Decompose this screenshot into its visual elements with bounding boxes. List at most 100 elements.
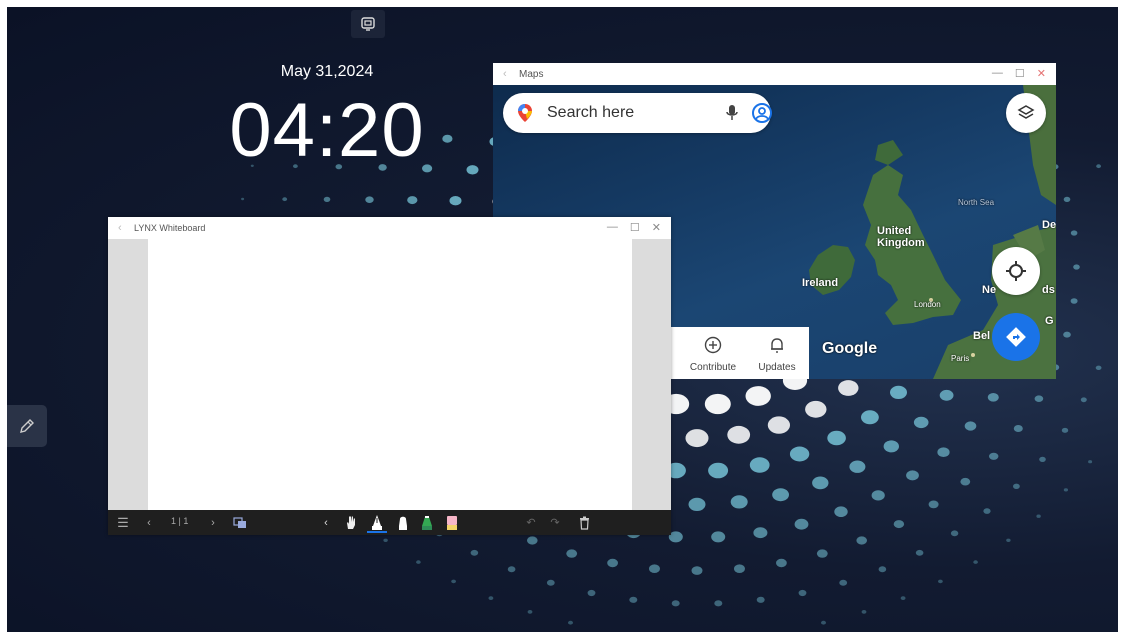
marker-icon[interactable] <box>395 514 411 531</box>
decorative-dot <box>753 527 768 539</box>
eraser-icon[interactable] <box>445 514 459 531</box>
decorative-dot <box>730 495 748 509</box>
decorative-dot <box>383 538 388 542</box>
decorative-dot <box>749 457 770 473</box>
close-icon[interactable]: ✕ <box>1037 67 1046 80</box>
decorative-dot <box>1080 397 1087 403</box>
decorative-dot <box>915 549 924 556</box>
decorative-dot <box>365 196 374 203</box>
decorative-dot <box>1013 483 1020 489</box>
decorative-dot <box>649 564 660 573</box>
decorative-dot <box>323 196 331 202</box>
page-indicator: 1 | 1 <box>171 516 189 526</box>
decorative-dot <box>607 558 618 568</box>
decorative-dot <box>507 566 516 573</box>
decorative-dot <box>1063 196 1071 202</box>
prev-page-icon[interactable]: ‹ <box>144 514 154 531</box>
nav-contribute[interactable]: Contribute <box>683 327 743 373</box>
maximize-icon[interactable]: ☐ <box>630 221 640 234</box>
nav-updates-label: Updates <box>758 362 796 373</box>
decorative-dot <box>983 508 991 514</box>
pen-icon[interactable] <box>367 514 387 533</box>
delete-icon[interactable] <box>577 514 591 531</box>
close-icon[interactable]: ✕ <box>652 221 661 234</box>
maps-titlebar[interactable]: ‹ Maps — ☐ ✕ <box>493 63 1056 85</box>
map-label-north-sea: North Sea <box>958 198 995 207</box>
decorative-dot <box>776 558 787 568</box>
search-input[interactable]: Search here <box>547 104 634 122</box>
annotation-pen-button[interactable] <box>7 405 47 447</box>
next-page-icon[interactable]: › <box>208 514 218 531</box>
desktop: May 31,2024 04:20 ‹ Maps — ☐ ✕ Search he… <box>7 7 1118 632</box>
back-icon[interactable]: ‹ <box>503 68 507 80</box>
decorative-dot <box>282 197 288 202</box>
redo-icon[interactable]: ↷ <box>549 514 561 531</box>
decorative-dot <box>938 579 943 584</box>
layers-icon <box>1017 105 1035 119</box>
whiteboard-titlebar[interactable]: ‹ LYNX Whiteboard — ☐ ✕ <box>108 217 671 239</box>
decorative-dot <box>704 393 731 415</box>
decorative-dot <box>987 393 999 402</box>
decorative-dot <box>839 579 848 586</box>
layers-icon[interactable] <box>232 514 248 531</box>
decorative-dot <box>883 440 899 453</box>
decorative-dot <box>711 531 726 543</box>
decorative-dot <box>1063 488 1068 492</box>
decorative-dot <box>767 416 791 434</box>
minimize-icon[interactable]: — <box>992 67 1003 80</box>
decorative-dot <box>849 460 866 473</box>
maps-window-title: Maps <box>519 69 544 80</box>
decorative-dot <box>772 488 789 502</box>
decorative-dot <box>827 430 846 446</box>
decorative-dot <box>1095 365 1102 370</box>
whiteboard-window[interactable]: ‹ LYNX Whiteboard — ☐ ✕ ☰ ‹ 1 | 1 › ‹ ↶ … <box>108 217 671 535</box>
directions-button[interactable] <box>992 313 1040 361</box>
decorative-dot <box>871 490 885 501</box>
decorative-dot <box>950 530 959 537</box>
nav-updates[interactable]: Updates <box>747 327 807 373</box>
screen-share-icon <box>361 17 375 31</box>
decorative-dot <box>688 497 706 511</box>
maximize-icon[interactable]: ☐ <box>1015 67 1025 80</box>
decorative-dot <box>798 589 807 597</box>
back-icon[interactable]: ‹ <box>118 222 122 234</box>
decorative-dot <box>856 536 867 545</box>
map-label-g: G <box>1045 315 1054 327</box>
map-label-paris: Paris <box>951 354 970 363</box>
layers-button[interactable] <box>1006 93 1046 133</box>
decorative-dot <box>470 549 479 556</box>
decorative-dot <box>816 549 828 558</box>
collapse-icon[interactable]: ‹ <box>321 514 331 531</box>
decorative-dot <box>671 600 680 607</box>
microphone-icon[interactable] <box>725 103 739 123</box>
highlighter-icon[interactable] <box>419 514 435 531</box>
menu-icon[interactable]: ☰ <box>116 514 130 531</box>
decorative-dot <box>973 560 978 564</box>
whiteboard-canvas[interactable] <box>148 239 632 510</box>
hand-icon[interactable] <box>344 514 358 531</box>
decorative-dot <box>407 196 418 205</box>
map-search-bar[interactable]: Search here <box>503 93 773 133</box>
decorative-dot <box>1034 395 1044 403</box>
my-location-button[interactable] <box>992 247 1040 295</box>
date-display: May 31,2024 <box>280 63 374 80</box>
decorative-dot <box>1096 164 1101 169</box>
account-icon[interactable] <box>751 102 773 124</box>
minimize-icon[interactable]: — <box>607 221 618 234</box>
decorative-dot <box>834 506 848 517</box>
maps-pin-icon <box>518 104 532 122</box>
decorative-dot <box>900 596 906 600</box>
decorative-dot <box>939 389 954 401</box>
decorative-dot <box>890 385 907 399</box>
decorative-dot <box>691 566 703 575</box>
decorative-dot <box>878 566 887 573</box>
decorative-dot <box>714 600 723 607</box>
decorative-dot <box>756 596 765 603</box>
decorative-dot <box>685 429 709 448</box>
map-label-de: De <box>1042 219 1056 231</box>
directions-icon <box>1006 327 1026 347</box>
decorative-dot <box>1088 460 1093 464</box>
undo-icon[interactable]: ↶ <box>525 514 537 531</box>
decorative-dot <box>821 620 826 625</box>
screen-share-button[interactable] <box>351 10 385 38</box>
